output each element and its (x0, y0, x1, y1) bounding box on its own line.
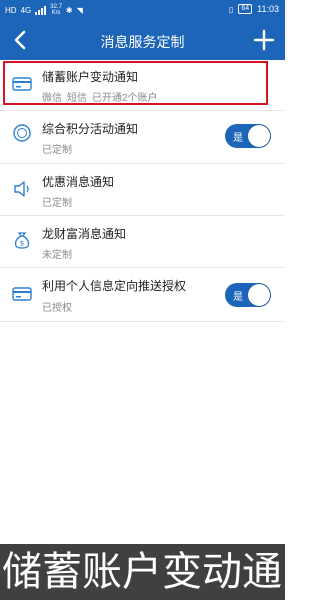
authorization-toggle[interactable]: 是 (225, 283, 271, 307)
battery-icon: 64 (238, 4, 253, 14)
network-label: 4G (20, 5, 32, 15)
list-item-points-activity-notice[interactable]: 综合积分活动通知 已定制 是 (0, 111, 285, 164)
points-notice-toggle[interactable]: 是 (225, 124, 271, 148)
caption-banner: 储蓄账户变动通 (0, 544, 285, 600)
battery-level: 64 (241, 5, 250, 12)
clock: 11:03 (257, 4, 279, 14)
toggle-knob (248, 125, 270, 147)
item-status: 未定制 (42, 250, 72, 261)
signal-icon (35, 5, 47, 15)
wifi-icon: ◥ (76, 5, 83, 15)
vibrate-icon: ▯ (228, 4, 234, 14)
status-bar: HD 4G 32.7 K/s ✱ ◥ ▯ 64 11:03 (0, 0, 285, 20)
page-title: 消息服务定制 (100, 34, 185, 50)
list-item-wealth-notice[interactable]: $ 龙财富消息通知 未定制 (0, 216, 285, 268)
toggle-label: 是 (233, 133, 243, 144)
points-icon (13, 124, 31, 142)
list-item-promotion-notice[interactable]: 优惠消息通知 已定制 (0, 164, 285, 216)
highlight-box (3, 61, 268, 105)
item-title: 龙财富消息通知 (42, 227, 127, 241)
toggle-knob (248, 284, 270, 306)
item-status: 已定制 (42, 145, 72, 156)
app-header: 消息服务定制 (0, 20, 285, 60)
list-item-personal-info-authorization[interactable]: 利用个人信息定向推送授权 已授权 是 (0, 268, 285, 322)
network-speed-unit: K/s (51, 10, 61, 16)
money-bag-icon: $ (14, 232, 30, 249)
speaker-icon (14, 181, 29, 197)
item-status: 已定制 (42, 198, 72, 209)
item-title: 利用个人信息定向推送授权 (42, 279, 187, 293)
plus-icon[interactable] (253, 29, 275, 51)
bluetooth-icon: ✱ (65, 5, 73, 15)
svg-text:$: $ (20, 240, 24, 248)
item-title: 综合积分活动通知 (42, 122, 139, 136)
sim-label: HD (5, 5, 17, 15)
item-status: 已授权 (42, 303, 72, 314)
network-speed: 32.7 K/s (50, 4, 62, 16)
card-icon (12, 287, 32, 301)
item-title: 优惠消息通知 (42, 175, 115, 189)
toggle-label: 是 (233, 292, 243, 303)
